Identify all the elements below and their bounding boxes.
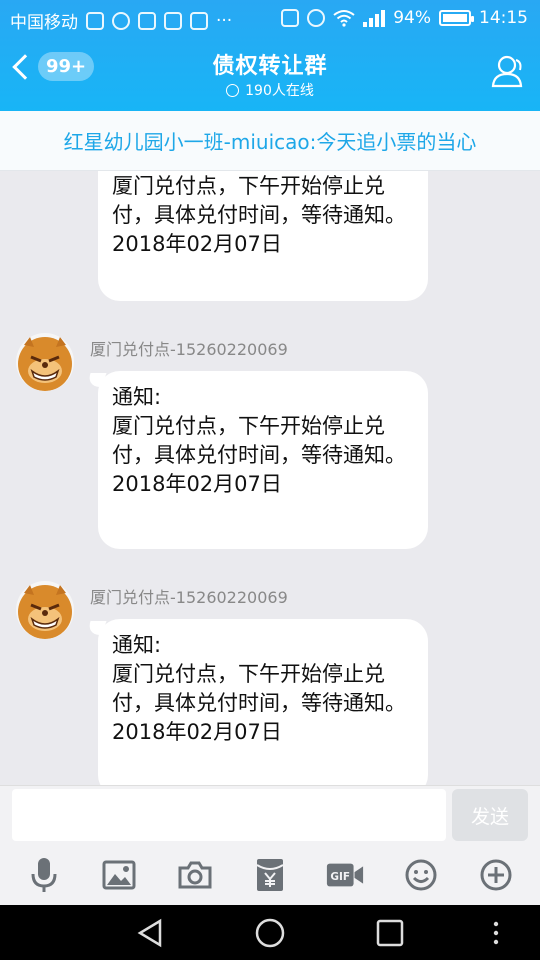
send-button[interactable]: 发送 [452, 789, 528, 841]
emoji-icon[interactable] [401, 855, 441, 895]
plus-icon[interactable] [476, 855, 516, 895]
sender-avatar[interactable] [16, 581, 74, 639]
online-status: 190人在线 [0, 80, 540, 100]
sender-name: 厦门兑付点-15260220069 [90, 588, 288, 607]
bear-avatar-icon [18, 585, 72, 639]
message-bubble[interactable]: 通知: 厦门兑付点，下午开始停止兑付，具体兑付时间，等待通知。 2018年02月… [98, 171, 428, 301]
nfc-icon [281, 9, 300, 27]
location-icon [112, 11, 130, 30]
alipay-notification-icon [190, 11, 208, 30]
qq-notification-icon [86, 11, 104, 30]
svg-text:GIF: GIF [331, 871, 351, 883]
image-icon[interactable] [99, 855, 139, 895]
message-bubble[interactable]: 通知: 厦门兑付点，下午开始停止兑付，具体兑付时间，等待通知。 2018年02月… [98, 619, 428, 785]
nav-home-icon[interactable] [254, 917, 286, 949]
group-title: 债权转让群 [212, 54, 328, 79]
chat-notification-icon [164, 11, 182, 30]
cell-signal-icon [363, 9, 386, 27]
battery-icon [439, 10, 474, 26]
message-bubble[interactable]: 通知: 厦门兑付点，下午开始停止兑付，具体兑付时间，等待通知。 2018年02月… [98, 371, 428, 549]
title-bar: 99+ 债权转让群 190人在线 [0, 38, 540, 111]
chat-area[interactable]: 通知: 厦门兑付点，下午开始停止兑付，具体兑付时间，等待通知。 2018年02月… [0, 171, 540, 785]
sender-name: 厦门兑付点-15260220069 [90, 340, 288, 359]
input-toolbar: GIF [0, 845, 540, 905]
camera-icon[interactable] [175, 855, 215, 895]
announcement-text: 红星幼儿园小一班-miuicao:今天追小票的当心 [63, 130, 477, 154]
system-nav-bar [0, 905, 540, 960]
gif-icon[interactable]: GIF [325, 855, 365, 895]
group-members-icon[interactable] [490, 54, 526, 88]
header: 中国移动 ··· 94% 14:15 99+ 债权转让群 190人在线 [0, 0, 540, 111]
nav-recents-icon[interactable] [374, 917, 406, 949]
online-count: 190人在线 [245, 83, 314, 99]
nav-back-icon[interactable] [134, 917, 166, 949]
alarm-icon [307, 9, 326, 27]
gallery-notification-icon [138, 11, 156, 30]
input-bar: 发送 [0, 785, 540, 845]
group-announcement[interactable]: 红星幼儿园小一班-miuicao:今天追小票的当心 [0, 111, 540, 171]
more-notifications: ··· [216, 10, 233, 31]
message-input[interactable] [12, 789, 446, 841]
nav-more-icon[interactable] [480, 917, 512, 949]
wifi-icon [333, 10, 355, 27]
clock: 14:15 [479, 8, 528, 28]
online-check-icon [226, 83, 240, 97]
battery-percent: 94% [393, 8, 431, 28]
status-bar: 中国移动 ··· 94% 14:15 [0, 0, 540, 38]
microphone-icon[interactable] [24, 855, 64, 895]
sender-avatar[interactable] [16, 333, 74, 391]
red-packet-icon[interactable] [250, 855, 290, 895]
carrier-label: 中国移动 [10, 13, 78, 33]
bear-avatar-icon [18, 337, 72, 391]
